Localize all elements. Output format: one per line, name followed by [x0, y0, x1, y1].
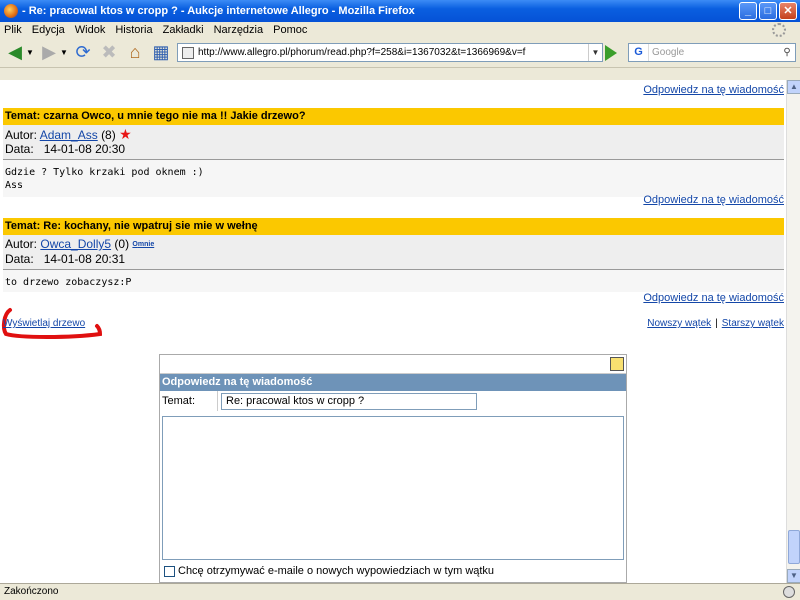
minimize-button[interactable]: _ — [739, 2, 757, 20]
form-toggle-icon[interactable] — [610, 357, 624, 371]
navigation-toolbar: ◀ ▼ ▶ ▼ ⟳ ✖ ⌂ ▦ http://www.allegro.pl/ph… — [0, 38, 800, 68]
menu-bar: Plik Edycja Widok Historia Zakładki Narz… — [0, 22, 800, 38]
search-bar[interactable]: G Google ⚲ — [628, 43, 796, 62]
status-text: Zakończono — [4, 586, 59, 597]
search-input[interactable]: Google — [649, 47, 779, 58]
url-bar[interactable]: http://www.allegro.pl/phorum/read.php?f=… — [177, 43, 603, 62]
scroll-thumb[interactable] — [788, 530, 800, 564]
reply-link[interactable]: Odpowiedz na tę wiadomość — [643, 194, 784, 206]
pager-separator: | — [715, 318, 718, 329]
reply-link[interactable]: Odpowiedz na tę wiadomość — [643, 84, 784, 96]
form-heading: Odpowiedz na tę wiadomość — [160, 374, 626, 391]
date-label: Data: — [5, 142, 34, 156]
post-date: 14-01-08 20:31 — [43, 252, 126, 266]
page-content: Odpowiedz na tę wiadomość Temat: czarna … — [0, 80, 786, 583]
subject-input[interactable] — [221, 392, 477, 410]
author-label: Autor: — [5, 237, 38, 251]
maximize-button[interactable]: □ — [759, 2, 777, 20]
status-bar: Zakończono — [0, 583, 800, 600]
newer-thread-link[interactable]: Nowszy wątek — [647, 318, 711, 329]
view-tree-link[interactable]: Wyświetlaj drzewo — [3, 318, 85, 329]
post-body: to drzewo zobaczysz:P — [3, 270, 784, 292]
window-titlebar: - Re: pracowal ktos w cropp ? - Aukcje i… — [0, 0, 800, 22]
menu-history[interactable]: Historia — [115, 24, 152, 36]
search-engine-icon[interactable]: G — [629, 44, 649, 61]
notify-row: Chcę otrzymywać e-maile o nowych wypowie… — [164, 565, 494, 577]
bookmarks-sidebar-button[interactable]: ▦ — [150, 42, 172, 64]
url-dropdown-icon[interactable]: ▼ — [588, 44, 602, 61]
post-body: Gdzie ? Tylko krzaki pod oknem :) Ass — [3, 160, 784, 197]
menu-bookmarks[interactable]: Zakładki — [163, 24, 204, 36]
post-meta: Autor: Owca_Dolly5 (0) Omnie Data: 14-01… — [3, 235, 784, 269]
menu-edit[interactable]: Edycja — [32, 24, 65, 36]
subject-label: Temat: — [160, 391, 218, 411]
form-toolbar — [160, 355, 626, 374]
home-button[interactable]: ⌂ — [124, 42, 146, 64]
star-icon: ★ — [119, 126, 132, 142]
date-label: Data: — [5, 252, 34, 266]
post-topic: Temat: Re: kochany, nie wpatruj sie mie … — [3, 218, 784, 235]
scroll-down-icon[interactable]: ▼ — [787, 569, 800, 583]
menu-view[interactable]: Widok — [75, 24, 106, 36]
forward-button[interactable]: ▶ — [38, 42, 60, 64]
post-topic: Temat: czarna Owco, u mnie tego nie ma !… — [3, 108, 784, 125]
window-title: - Re: pracowal ktos w cropp ? - Aukcje i… — [22, 5, 415, 17]
mnie-badge[interactable]: Omnie — [132, 241, 154, 248]
search-icon[interactable]: ⚲ — [779, 47, 795, 58]
reload-button[interactable]: ⟳ — [72, 42, 94, 64]
menu-tools[interactable]: Narzędzia — [214, 24, 264, 36]
post-date: 14-01-08 20:30 — [43, 142, 126, 156]
thread-pager: Nowszy wątek | Starszy wątek — [647, 318, 784, 329]
reply-link[interactable]: Odpowiedz na tę wiadomość — [643, 292, 784, 304]
go-button[interactable] — [605, 45, 617, 61]
author-label: Autor: — [5, 128, 38, 142]
message-textarea[interactable] — [162, 416, 624, 560]
author-link[interactable]: Adam_Ass — [40, 128, 98, 142]
notify-checkbox[interactable] — [164, 565, 175, 577]
subject-row: Temat: — [160, 391, 626, 411]
vertical-scrollbar[interactable]: ▲ ▼ — [786, 80, 800, 583]
close-button[interactable]: ✕ — [779, 2, 797, 20]
forward-history-arrow-icon[interactable]: ▼ — [60, 42, 68, 64]
post-meta: Autor: Adam_Ass (8) ★ Data: 14-01-08 20:… — [3, 125, 784, 159]
author-link[interactable]: Owca_Dolly5 — [40, 237, 111, 251]
menu-help[interactable]: Pomoc — [273, 24, 307, 36]
stop-button[interactable]: ✖ — [98, 42, 120, 64]
firefox-icon — [4, 4, 18, 18]
author-score: (8) — [101, 128, 116, 142]
notify-label[interactable]: Chcę otrzymywać e-maile o nowych wypowie… — [178, 565, 494, 577]
url-text[interactable]: http://www.allegro.pl/phorum/read.php?f=… — [198, 47, 588, 58]
back-history-arrow-icon[interactable]: ▼ — [26, 42, 34, 64]
site-favicon-icon — [182, 46, 194, 59]
status-icon — [783, 586, 795, 598]
scroll-up-icon[interactable]: ▲ — [787, 80, 800, 94]
back-button[interactable]: ◀ — [4, 42, 26, 64]
throbber-icon — [772, 23, 786, 37]
menu-file[interactable]: Plik — [4, 24, 22, 36]
reply-form: Odpowiedz na tę wiadomość Temat: Chcę ot… — [159, 354, 627, 583]
older-thread-link[interactable]: Starszy wątek — [722, 318, 784, 329]
author-score: (0) — [114, 237, 130, 251]
badge-text: mnie — [137, 241, 155, 248]
